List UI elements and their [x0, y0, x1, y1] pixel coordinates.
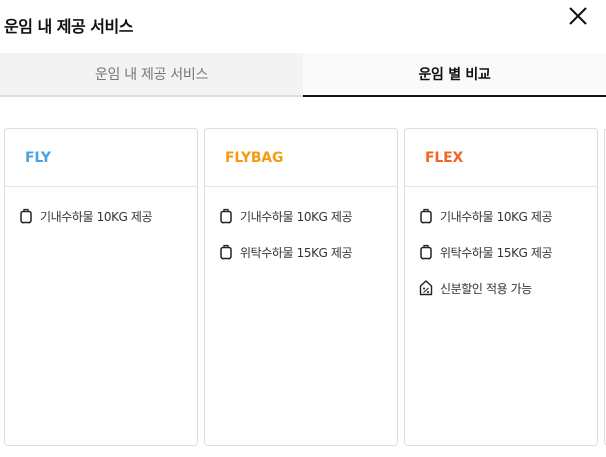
tab-included-services[interactable]: 운임 내 제공 서비스	[0, 53, 303, 97]
feature-text: 신분할인 적용 가능	[440, 281, 532, 296]
fare-card-flex: FLEX 기내수하물 10KG 제공 위탁수하물 15KG 제공 신분할인 적용…	[404, 128, 598, 446]
carry-on-bag-icon	[420, 208, 432, 224]
checked-bag-icon	[420, 244, 432, 260]
carry-on-bag-icon	[220, 208, 232, 224]
tab-fare-comparison[interactable]: 운임 별 비교	[303, 53, 606, 97]
feature-text: 위탁수하물 15KG 제공	[240, 245, 353, 260]
fare-name: FLY	[5, 129, 197, 187]
fare-features: 기내수하물 10KG 제공 위탁수하물 15KG 제공 신분할인 적용 가능	[405, 187, 597, 297]
modal-header: 운임 내 제공 서비스	[0, 0, 606, 50]
feature-item: 신분할인 적용 가능	[419, 279, 597, 297]
fare-card-fly: FLY 기내수하물 10KG 제공	[4, 128, 198, 446]
fare-features: 기내수하물 10KG 제공	[5, 187, 197, 225]
modal-title: 운임 내 제공 서비스	[4, 17, 133, 36]
feature-text: 기내수하물 10KG 제공	[240, 209, 353, 224]
fare-card-flybag: FLYBAG 기내수하물 10KG 제공 위탁수하물 15KG 제공	[204, 128, 398, 446]
feature-item: 기내수하물 10KG 제공	[219, 207, 397, 225]
tab-bar: 운임 내 제공 서비스 운임 별 비교	[0, 53, 606, 97]
checked-bag-icon	[220, 244, 232, 260]
fare-cards: FLY 기내수하물 10KG 제공 FLYBAG 기내수하물 10KG 제공 위…	[4, 128, 606, 446]
fare-name: FLYBAG	[205, 129, 397, 187]
feature-text: 기내수하물 10KG 제공	[40, 209, 153, 224]
feature-item: 위탁수하물 15KG 제공	[219, 243, 397, 261]
feature-item: 기내수하물 10KG 제공	[19, 207, 197, 225]
feature-item: 기내수하물 10KG 제공	[419, 207, 597, 225]
feature-item: 위탁수하물 15KG 제공	[419, 243, 597, 261]
feature-text: 기내수하물 10KG 제공	[440, 209, 553, 224]
discount-tag-icon	[419, 280, 433, 296]
fare-features: 기내수하물 10KG 제공 위탁수하물 15KG 제공	[205, 187, 397, 261]
carry-on-bag-icon	[20, 208, 32, 224]
close-icon[interactable]	[566, 4, 590, 28]
fare-name: FLEX	[405, 129, 597, 187]
feature-text: 위탁수하물 15KG 제공	[440, 245, 553, 260]
